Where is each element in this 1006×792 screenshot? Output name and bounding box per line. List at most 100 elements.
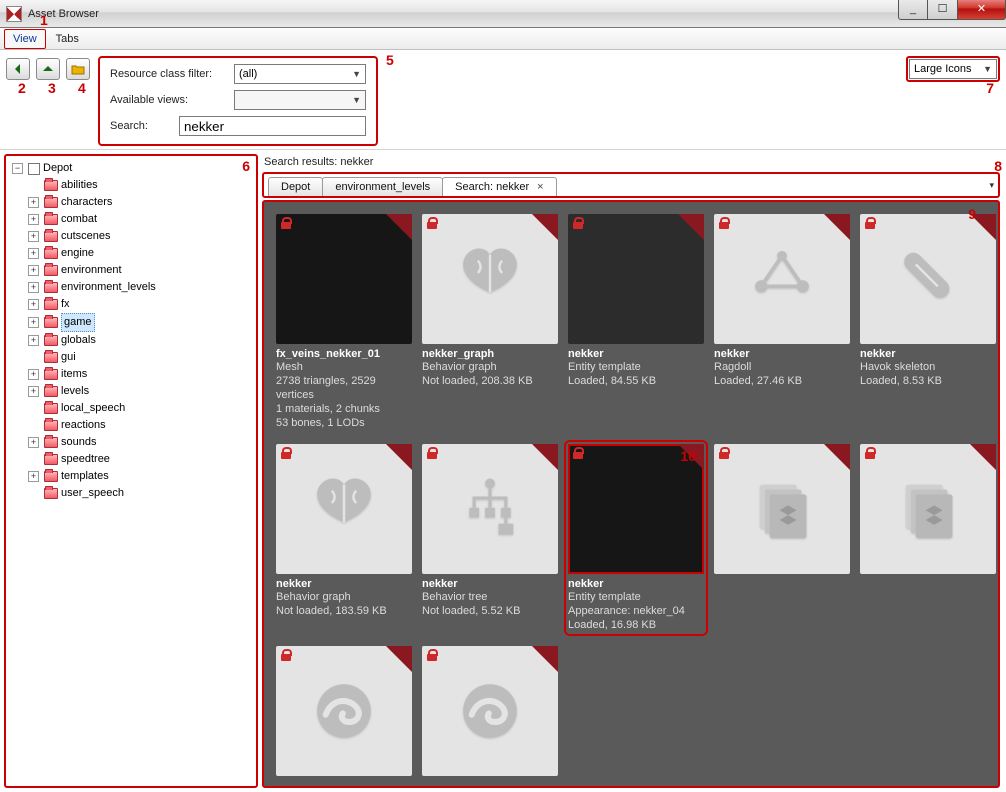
lock-icon: [718, 217, 730, 229]
window-title: Asset Browser: [28, 8, 99, 20]
tree-expander[interactable]: +: [28, 471, 39, 482]
open-folder-button[interactable]: [66, 58, 90, 80]
tree-expander[interactable]: +: [28, 369, 39, 380]
window-minimize-button[interactable]: _: [898, 0, 928, 20]
app-icon: [6, 6, 22, 22]
tree-item[interactable]: +globals: [28, 332, 252, 349]
lock-icon: [426, 447, 438, 459]
asset-card[interactable]: fx_veins_nekker_01Mesh2738 triangles, 25…: [276, 214, 412, 430]
tree-item[interactable]: +cutscenes: [28, 228, 252, 245]
asset-card[interactable]: nekkerBehavior graphNot loaded, 183.59 K…: [276, 444, 412, 632]
tree-item[interactable]: abilities: [28, 177, 252, 194]
tree-expander: [28, 403, 39, 414]
folder-icon: [44, 471, 58, 482]
nav-back-button[interactable]: [6, 58, 30, 80]
nav-up-button[interactable]: [36, 58, 60, 80]
tree-expander[interactable]: +: [28, 248, 39, 259]
tree-item[interactable]: gui: [28, 349, 252, 366]
tree-icon: [451, 470, 529, 548]
tree-expander[interactable]: +: [28, 386, 39, 397]
tree-expander[interactable]: +: [28, 282, 39, 293]
tree-expander[interactable]: +: [28, 197, 39, 208]
folder-icon: [44, 317, 58, 328]
folder-tree[interactable]: − Depot abilities+characters+combat+cuts…: [10, 160, 252, 502]
tree-item[interactable]: +levels: [28, 383, 252, 400]
asset-card[interactable]: nekkerEntity templateLoaded, 84.55 KB: [568, 214, 704, 430]
asset-name: nekker: [568, 348, 704, 360]
resource-class-label: Resource class filter:: [110, 68, 228, 80]
tree-item[interactable]: +templates: [28, 468, 252, 485]
asset-name: nekker: [422, 578, 558, 590]
tree-item[interactable]: +game: [28, 313, 252, 332]
tree-expander[interactable]: +: [28, 231, 39, 242]
asset-card[interactable]: [714, 444, 850, 632]
asset-card[interactable]: nekker_graphBehavior graphNot loaded, 20…: [422, 214, 558, 430]
corner-tag: [532, 444, 558, 470]
corner-tag: [532, 214, 558, 240]
stack-icon: [743, 470, 821, 548]
tree-item-label: fx: [61, 296, 70, 313]
callout-7: 7: [986, 80, 994, 96]
tree-expander: [28, 454, 39, 465]
asset-thumbnail: [276, 214, 412, 344]
asset-card[interactable]: 10nekkerEntity templateAppearance: nekke…: [568, 444, 704, 632]
tree-item[interactable]: local_speech: [28, 400, 252, 417]
tree-item[interactable]: +engine: [28, 245, 252, 262]
menu-tabs[interactable]: Tabs: [48, 30, 87, 48]
folder-icon: [44, 282, 58, 293]
available-views-select[interactable]: ▼: [234, 90, 366, 110]
tree-expander[interactable]: +: [28, 317, 39, 328]
view-size-select[interactable]: Large Icons ▼: [909, 59, 997, 79]
tree-expander[interactable]: −: [12, 163, 23, 174]
asset-grid[interactable]: 9 fx_veins_nekker_01Mesh2738 triangles, …: [262, 200, 1000, 788]
search-input[interactable]: [179, 116, 366, 136]
tree-item-label: abilities: [61, 177, 98, 194]
tree-expander[interactable]: +: [28, 335, 39, 346]
asset-card[interactable]: [422, 646, 558, 776]
asset-type: Behavior graph: [276, 590, 412, 604]
folder-icon: [44, 403, 58, 414]
tree-item[interactable]: + fx: [28, 296, 252, 313]
chevron-down-icon: ▼: [983, 64, 992, 74]
window-close-button[interactable]: ✕: [958, 0, 1006, 20]
asset-type: Entity template: [568, 360, 704, 374]
tab-close-icon[interactable]: ×: [537, 181, 543, 193]
tree-expander[interactable]: +: [28, 437, 39, 448]
tree-item[interactable]: +sounds: [28, 434, 252, 451]
tree-item[interactable]: user_speech: [28, 485, 252, 502]
corner-tag: [678, 214, 704, 240]
window-maximize-button[interactable]: ☐: [928, 0, 958, 20]
tree-item[interactable]: + combat: [28, 211, 252, 228]
tree-item[interactable]: reactions: [28, 417, 252, 434]
tree-item[interactable]: +environment: [28, 262, 252, 279]
tab-overflow-icon[interactable]: ▾: [989, 180, 994, 191]
tree-item[interactable]: +items: [28, 366, 252, 383]
lock-icon: [572, 447, 584, 459]
tree-expander[interactable]: +: [28, 214, 39, 225]
folder-tree-panel: 6 − Depot abilities+characters+combat+cu…: [4, 154, 258, 788]
asset-card[interactable]: [860, 444, 996, 632]
asset-detail: Loaded, 16.98 KB: [568, 618, 704, 632]
tree-root-label[interactable]: Depot: [43, 160, 72, 177]
tab[interactable]: Search: nekker×: [442, 177, 556, 196]
asset-card[interactable]: [276, 646, 412, 776]
asset-thumbnail: [422, 444, 558, 574]
tree-expander[interactable]: +: [28, 299, 39, 310]
resource-class-select[interactable]: (all) ▼: [234, 64, 366, 84]
menu-view[interactable]: View: [4, 29, 46, 49]
tree-item-label: combat: [61, 211, 97, 228]
asset-card[interactable]: nekkerBehavior treeNot loaded, 5.52 KB: [422, 444, 558, 632]
tab[interactable]: environment_levels: [322, 177, 443, 196]
asset-type: Mesh: [276, 360, 412, 374]
asset-detail: 53 bones, 1 LODs: [276, 416, 412, 430]
asset-type: Behavior graph: [422, 360, 558, 374]
tree-item[interactable]: +characters: [28, 194, 252, 211]
tab[interactable]: Depot: [268, 177, 323, 196]
asset-card[interactable]: nekkerRagdollLoaded, 27.46 KB: [714, 214, 850, 430]
tree-item[interactable]: speedtree: [28, 451, 252, 468]
tree-item[interactable]: +environment_levels: [28, 279, 252, 296]
folder-icon: [44, 420, 58, 431]
lock-icon: [572, 217, 584, 229]
tree-expander[interactable]: +: [28, 265, 39, 276]
asset-card[interactable]: nekkerHavok skeletonLoaded, 8.53 KB: [860, 214, 996, 430]
